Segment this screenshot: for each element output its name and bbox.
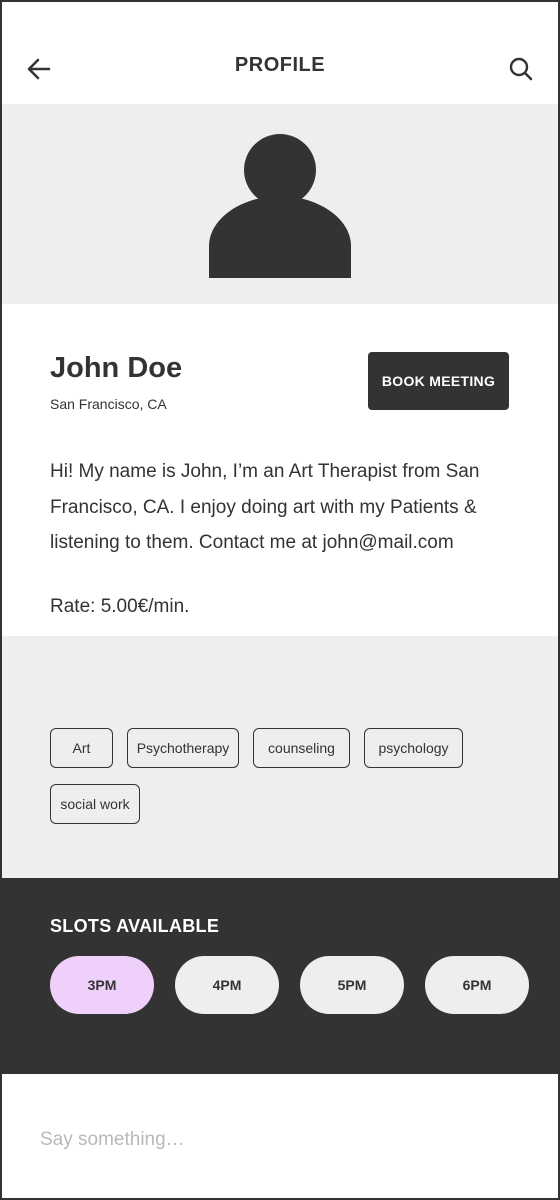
user-avatar-icon <box>209 134 351 278</box>
slots-title: SLOTS AVAILABLE <box>50 916 220 936</box>
tag-psychotherapy[interactable]: Psychotherapy <box>127 728 239 768</box>
tag-counseling[interactable]: counseling <box>253 728 350 768</box>
profile-location: San Francisco, CA <box>50 396 167 412</box>
profile-screen: PROFILE John Doe San Francisco, CA BOOK … <box>0 0 560 1200</box>
header: PROFILE <box>2 2 558 104</box>
message-input[interactable] <box>38 1124 522 1156</box>
search-icon <box>509 57 533 81</box>
tag-list: Art Psychotherapy counseling psychology … <box>50 728 520 824</box>
tag-psychology[interactable]: psychology <box>364 728 463 768</box>
search-button[interactable] <box>506 54 536 84</box>
slot-list: 3PM 4PM 5PM 6PM <box>50 956 529 1014</box>
avatar-banner <box>2 104 558 304</box>
slot-5pm[interactable]: 5PM <box>300 956 404 1014</box>
tag-art[interactable]: Art <box>50 728 113 768</box>
slot-4pm[interactable]: 4PM <box>175 956 279 1014</box>
tags-section: Art Psychotherapy counseling psychology … <box>2 636 558 878</box>
profile-name: John Doe <box>50 352 183 384</box>
page-title: PROFILE <box>234 54 326 76</box>
slots-section: SLOTS AVAILABLE 3PM 4PM 5PM 6PM <box>2 878 558 1074</box>
slot-6pm[interactable]: 6PM <box>425 956 529 1014</box>
profile-info: John Doe San Francisco, CA BOOK MEETING … <box>2 304 558 636</box>
profile-bio: Hi! My name is John, I’m an Art Therapis… <box>50 461 480 553</box>
message-bar <box>2 1074 558 1198</box>
slot-3pm[interactable]: 3PM <box>50 956 154 1014</box>
profile-rate: Rate: 5.00€/min. <box>50 596 190 617</box>
tag-social-work[interactable]: social work <box>50 784 140 824</box>
book-meeting-button[interactable]: BOOK MEETING <box>368 352 509 410</box>
